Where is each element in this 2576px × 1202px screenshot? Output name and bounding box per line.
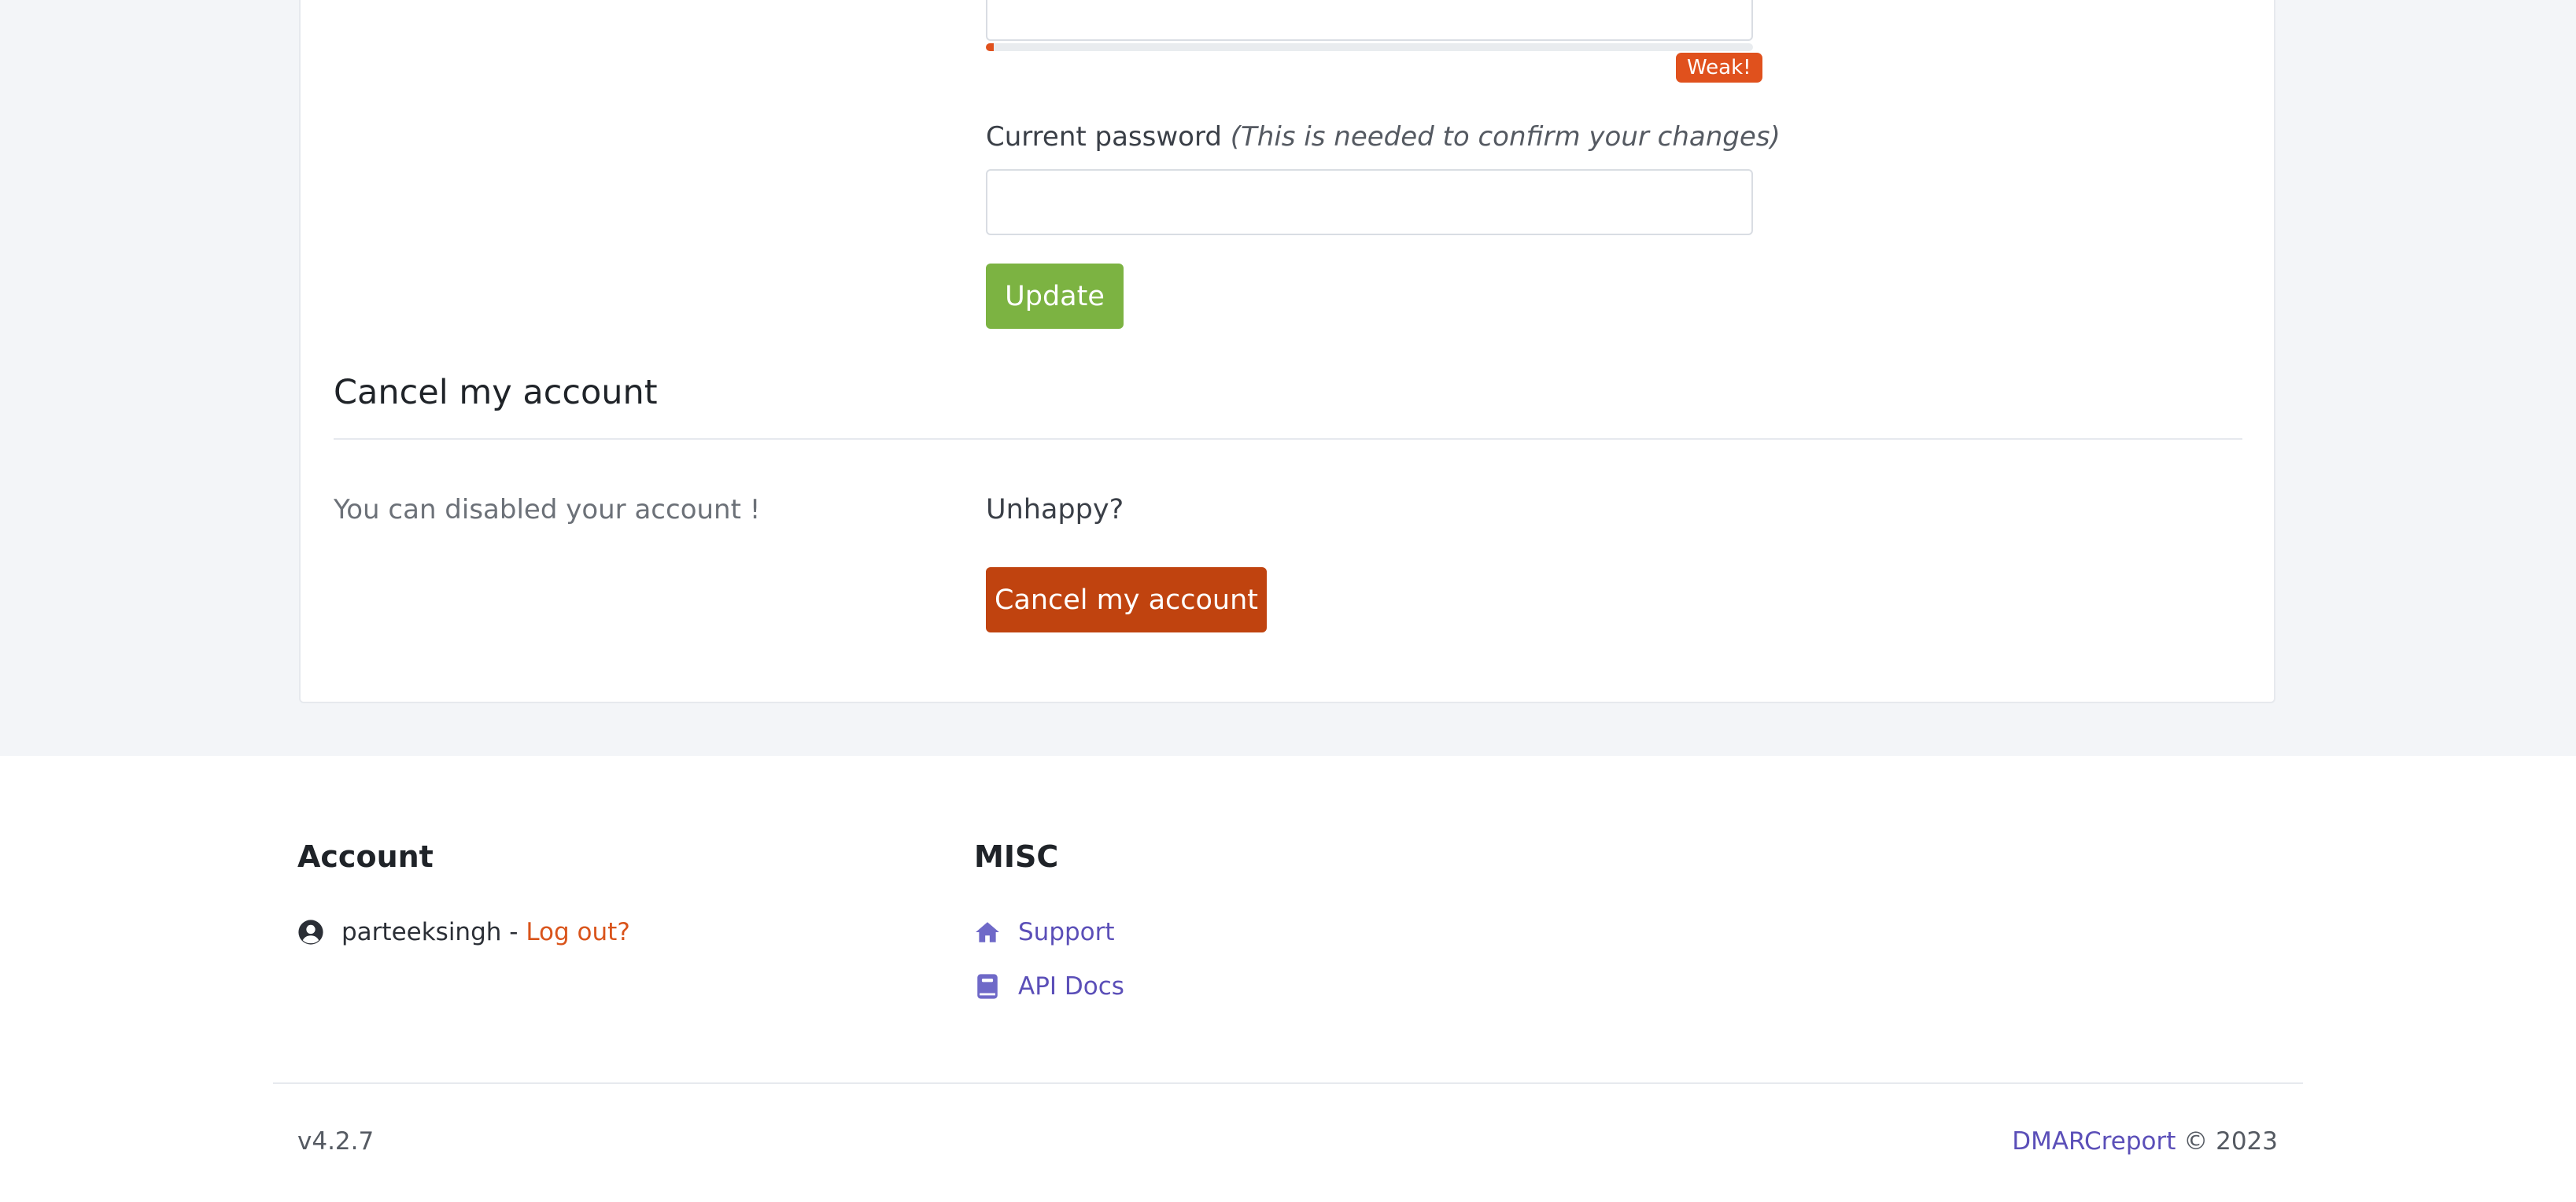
password-strength-badge: Weak! bbox=[1676, 53, 1762, 83]
password-strength-fill bbox=[986, 43, 994, 51]
logout-link[interactable]: Log out? bbox=[526, 918, 629, 946]
copyright-notice: DMARCreport © 2023 bbox=[2012, 1127, 2278, 1156]
section-divider bbox=[334, 438, 2242, 440]
footer-account-row: parteeksingh - Log out? bbox=[297, 918, 630, 946]
unhappy-prompt: Unhappy? bbox=[986, 494, 1124, 525]
book-icon bbox=[974, 973, 1001, 1000]
settings-card bbox=[299, 0, 2275, 703]
app-version: v4.2.7 bbox=[297, 1127, 375, 1156]
current-password-label: Current password (This is needed to conf… bbox=[986, 121, 1781, 153]
footer-misc-heading: MISC bbox=[974, 839, 1059, 874]
current-password-hint: (This is needed to confirm your changes) bbox=[1230, 121, 1781, 153]
update-button[interactable]: Update bbox=[986, 264, 1124, 329]
footer-api-docs-link[interactable]: API Docs bbox=[974, 972, 1124, 1001]
support-link-label: Support bbox=[1018, 918, 1115, 946]
password-strength-bar bbox=[986, 43, 1753, 51]
api-docs-link-label: API Docs bbox=[1018, 972, 1124, 1001]
current-password-input[interactable] bbox=[986, 169, 1753, 235]
copyright-text: © 2023 bbox=[2183, 1127, 2278, 1156]
cancel-account-heading: Cancel my account bbox=[334, 373, 658, 412]
footer-username: parteeksingh bbox=[341, 918, 502, 946]
home-icon bbox=[974, 919, 1001, 946]
cancel-account-button[interactable]: Cancel my account bbox=[986, 567, 1267, 632]
footer-support-link[interactable]: Support bbox=[974, 918, 1115, 946]
brand-link[interactable]: DMARCreport bbox=[2012, 1127, 2176, 1156]
footer-divider bbox=[273, 1082, 2303, 1084]
footer-separator: - bbox=[501, 918, 526, 946]
footer-account-heading: Account bbox=[297, 839, 434, 874]
current-password-label-text: Current password bbox=[986, 121, 1222, 153]
user-circle-icon bbox=[297, 919, 324, 946]
cancel-account-description: You can disabled your account ! bbox=[334, 494, 761, 525]
new-password-input[interactable] bbox=[986, 0, 1753, 41]
